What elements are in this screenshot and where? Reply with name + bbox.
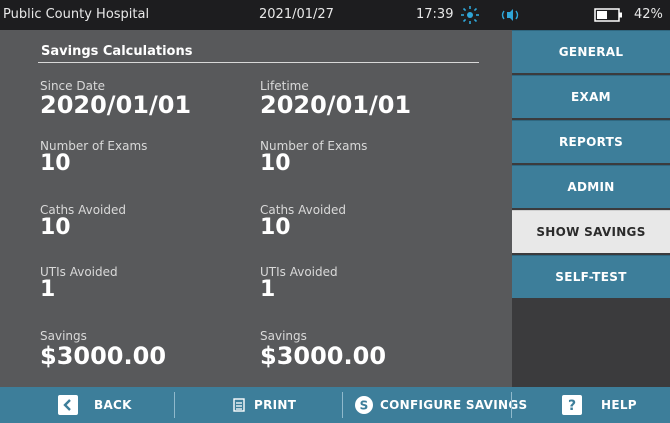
- speaker-icon: [500, 8, 520, 22]
- menu-item-reports[interactable]: REPORTS: [512, 120, 670, 163]
- since-utis-stat: UTIs Avoided 1: [40, 266, 118, 301]
- since-date-value: 2020/01/01: [40, 91, 192, 119]
- svg-text:?: ?: [568, 398, 576, 414]
- back-button[interactable]: BACK: [0, 387, 174, 423]
- menu-item-exam[interactable]: EXAM: [512, 75, 670, 118]
- help-label: HELP: [601, 398, 637, 412]
- configure-savings-label: CONFIGURE SAVINGS: [380, 398, 528, 412]
- lifetime-exams-stat: Number of Exams 10: [260, 140, 367, 175]
- svg-text:S: S: [360, 399, 369, 413]
- since-savings-value: $3000.00: [40, 342, 167, 370]
- sun-icon: [459, 4, 481, 26]
- print-label: PRINT: [254, 398, 297, 412]
- configure-savings-button[interactable]: S CONFIGURE SAVINGS: [343, 387, 527, 423]
- print-icon: [232, 398, 246, 412]
- menu-item-admin[interactable]: ADMIN: [512, 165, 670, 208]
- since-caths-stat: Caths Avoided 10: [40, 204, 126, 239]
- lifetime-date-stat: Lifetime 2020/01/01: [260, 80, 412, 119]
- lifetime-utis-stat: UTIs Avoided 1: [260, 266, 338, 301]
- lifetime-caths-stat: Caths Avoided 10: [260, 204, 346, 239]
- menu-item-show-savings[interactable]: SHOW SAVINGS: [512, 210, 670, 253]
- battery-icon: [594, 8, 624, 22]
- menu-item-general[interactable]: GENERAL: [512, 30, 670, 73]
- lifetime-date-value: 2020/01/01: [260, 91, 412, 119]
- battery-percent: 42%: [634, 7, 663, 22]
- hospital-name: Public County Hospital: [3, 7, 150, 22]
- lifetime-exams-value: 10: [260, 151, 291, 176]
- section-title: Savings Calculations: [41, 44, 193, 59]
- bottom-toolbar: BACK PRINT S CONFIGURE SAVINGS ? HELP: [0, 387, 670, 423]
- lifetime-savings-value: $3000.00: [260, 342, 387, 370]
- status-time: 17:39: [416, 7, 454, 22]
- status-bar: Public County Hospital 2021/01/27 17:39: [0, 0, 670, 30]
- lifetime-caths-value: 10: [260, 215, 291, 240]
- status-date: 2021/01/27: [259, 7, 334, 22]
- chevron-left-icon: [58, 395, 78, 415]
- section-divider: [38, 62, 479, 63]
- print-button[interactable]: PRINT: [175, 387, 342, 423]
- savings-panel: Savings Calculations Since Date 2020/01/…: [0, 30, 512, 387]
- menu-item-self-test[interactable]: SELF-TEST: [512, 255, 670, 298]
- since-date-stat: Since Date 2020/01/01: [40, 80, 192, 119]
- since-exams-value: 10: [40, 151, 71, 176]
- back-label: BACK: [94, 398, 132, 412]
- since-utis-value: 1: [40, 277, 56, 302]
- help-icon: ?: [562, 395, 582, 415]
- since-exams-stat: Number of Exams 10: [40, 140, 147, 175]
- since-savings-stat: Savings $3000.00: [40, 330, 167, 370]
- lifetime-savings-stat: Savings $3000.00: [260, 330, 387, 370]
- lifetime-utis-value: 1: [260, 277, 276, 302]
- help-button[interactable]: ? HELP: [512, 387, 670, 423]
- since-caths-value: 10: [40, 215, 71, 240]
- savings-coin-icon: S: [354, 395, 374, 415]
- settings-menu: GENERAL EXAM REPORTS ADMIN SHOW SAVINGS …: [512, 30, 670, 387]
